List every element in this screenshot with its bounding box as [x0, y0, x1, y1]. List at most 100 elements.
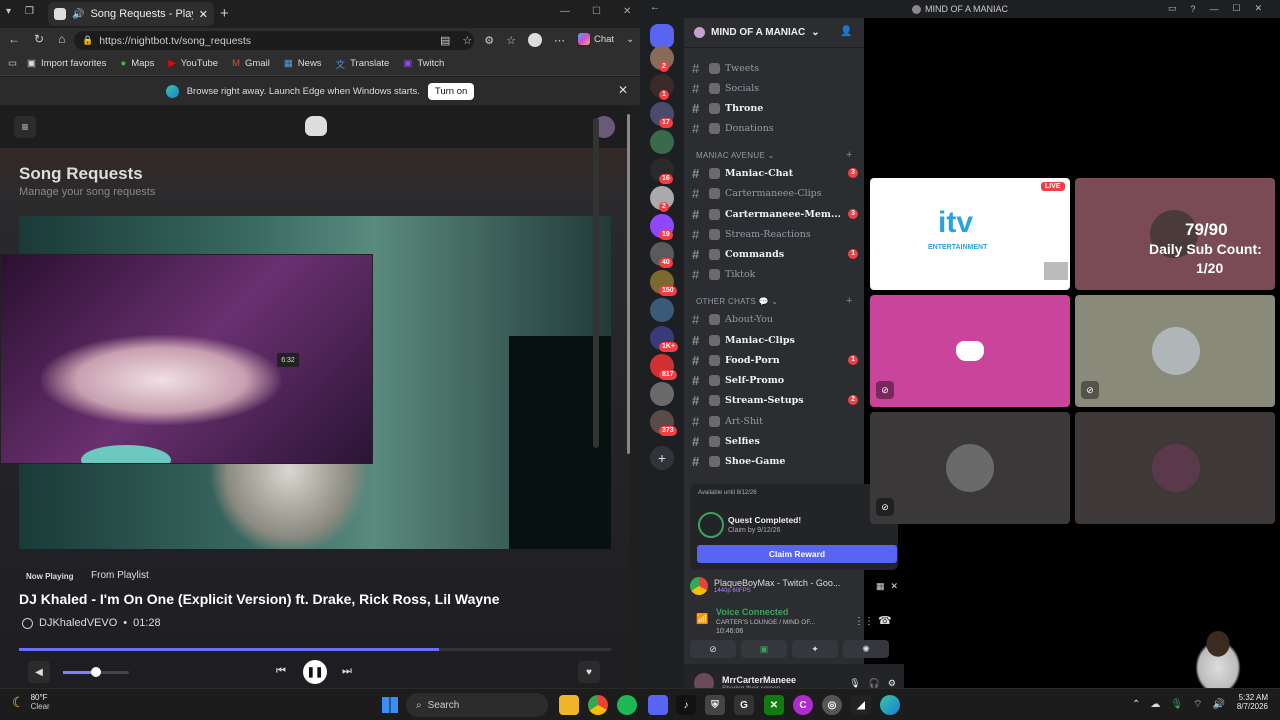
camera-off-icon[interactable]: ⊘ [690, 640, 736, 658]
channel-tiktok[interactable]: # Tiktok [692, 264, 858, 284]
channel-commands[interactable]: # Commands 1 [692, 244, 858, 264]
close-window-icon[interactable]: ✕ [623, 6, 631, 17]
channel-maniac-clips[interactable]: # Maniac-Clips [692, 330, 858, 350]
settings-gear-icon[interactable]: ⚙ [888, 678, 896, 689]
user-tile-4[interactable] [1075, 412, 1275, 524]
channel-selfies[interactable]: # Selfies [692, 431, 858, 451]
channel-tweets[interactable]: # Tweets [692, 58, 858, 78]
headphones-icon[interactable]: 🎧 [869, 678, 880, 689]
more-icon[interactable]: ⋯ [554, 34, 565, 47]
g-app-icon[interactable]: G [734, 695, 754, 715]
discord-home-icon[interactable] [650, 24, 674, 48]
start-icon[interactable] [380, 695, 400, 715]
infobar-close-icon[interactable]: ✕ [618, 83, 628, 97]
collections-icon[interactable]: ☆ [506, 34, 516, 47]
channel-cartermaneee-mem-[interactable]: # Cartermaneee-Mem... 3 [692, 204, 858, 224]
security-shield-icon[interactable]: ⛨ [705, 695, 725, 715]
clock[interactable]: 5:32 AM 8/7/2026 [1230, 693, 1268, 711]
fav-translate[interactable]: 文 Translate [336, 57, 390, 71]
home-icon[interactable]: ⌂ [58, 32, 65, 46]
fav-maps[interactable]: ● Maps [120, 58, 154, 69]
copilot-chat-button[interactable]: Chat ⌄ [578, 33, 634, 45]
server-header[interactable]: MIND OF A MANIAC ⌄ 👤 [684, 18, 864, 48]
soundboard-button-icon[interactable]: ✺ [843, 640, 889, 658]
song-progress-bar[interactable] [19, 648, 611, 651]
channel-food-porn[interactable]: # Food-Porn 1 [692, 350, 858, 370]
page-scrollbar[interactable] [627, 114, 630, 454]
close-tab-icon[interactable]: ✕ [199, 8, 208, 21]
taskbar-search[interactable]: ⌕ Search [406, 693, 548, 717]
maximize-icon[interactable]: ☐ [1233, 3, 1241, 14]
create-channel-icon[interactable]: + [846, 295, 852, 307]
favorite-heart-icon[interactable]: ♥ [578, 661, 600, 683]
server-icon[interactable] [650, 382, 674, 406]
tab-actions-icon[interactable]: ▾ [6, 6, 11, 17]
channel-shoe-game[interactable]: # Shoe-Game [692, 451, 858, 471]
maximize-icon[interactable]: ☐ [592, 6, 601, 17]
category-other-chats[interactable]: OTHER CHATS 💬 ⌄ [696, 297, 778, 306]
claim-reward-button[interactable]: Claim Reward [697, 545, 897, 563]
inbox-icon[interactable]: ▭ [1168, 3, 1177, 14]
tray-chevron-icon[interactable]: ⌃ [1132, 699, 1140, 710]
activities-icon[interactable]: ✦ [792, 640, 838, 658]
activity-row[interactable]: PlaqueBoyMax - Twitch - Goo... 1440p 60F… [690, 574, 898, 598]
server-icon[interactable] [650, 130, 674, 154]
fav-twitch[interactable]: ▣ Twitch [403, 58, 444, 69]
minimize-icon[interactable]: — [1210, 4, 1219, 14]
category-maniac-avenue[interactable]: MANIAC AVENUE ⌄ [696, 151, 775, 160]
channel-art-shit[interactable]: # Art-Shit [692, 411, 858, 431]
minimize-icon[interactable]: — [560, 6, 570, 17]
onedrive-icon[interactable]: ☁ [1150, 699, 1160, 710]
gift-icon[interactable]: ▦ [876, 581, 885, 592]
discord-taskbar-icon[interactable] [648, 695, 668, 715]
c-app-icon[interactable]: C [793, 695, 813, 715]
extensions-icon[interactable]: ⚙ [484, 34, 494, 47]
menu-icon[interactable]: ≡ [14, 116, 36, 138]
add-server-icon[interactable]: + [650, 446, 674, 470]
add-member-icon[interactable]: 👤 [840, 26, 852, 37]
volume-knob[interactable] [91, 667, 101, 677]
channel-stream-setups[interactable]: # Stream-Setups 2 [692, 390, 858, 410]
back-icon[interactable]: ← [650, 2, 660, 13]
address-bar[interactable]: 🔒 https://nightbot.tv/song_requests [74, 31, 474, 50]
channel-self-promo[interactable]: # Self-Promo [692, 370, 858, 390]
workspaces-icon[interactable]: ❐ [25, 6, 34, 17]
close-icon[interactable]: ✕ [1255, 3, 1263, 14]
channel-cartermaneee-clips[interactable]: # Cartermaneee-Clips [692, 183, 858, 203]
soundboard-icon[interactable]: ⋮⋮ [854, 616, 874, 627]
volume-icon[interactable]: ◀ [28, 661, 50, 683]
volume-slider[interactable] [63, 667, 129, 677]
stream-tile-itv[interactable]: LIVE itv ENTERTAINMENT [870, 178, 1070, 290]
weather-widget[interactable]: ☾ 80°F Clear [12, 693, 50, 711]
gpu-app-icon[interactable]: ◢ [851, 695, 871, 715]
channel-throne[interactable]: # Throne [692, 98, 858, 118]
tab-song-requests[interactable]: 🔊 Song Requests - Playing DJ K ✕ [48, 2, 214, 26]
channel-about-you[interactable]: # About-You [692, 309, 858, 329]
server-icon[interactable] [650, 298, 674, 322]
fav-news[interactable]: ▦ News [284, 58, 322, 69]
fav-import[interactable]: ▣ Import favorites [27, 58, 106, 69]
user-tile-2[interactable]: ⊘ [1075, 295, 1275, 407]
turn-on-button[interactable]: Turn on [427, 82, 475, 100]
profile-avatar[interactable] [528, 33, 543, 47]
user-tile-discord-default[interactable]: ⊘ [870, 295, 1070, 407]
wifi-icon[interactable]: ⌔ [1193, 698, 1202, 711]
chrome-icon[interactable] [588, 695, 608, 715]
mic-tray-icon[interactable]: 🎙 [1170, 699, 1183, 710]
channel-stream-reactions[interactable]: # Stream-Reactions [692, 224, 858, 244]
create-channel-icon[interactable]: + [846, 149, 852, 161]
pause-button[interactable]: ❚❚ [303, 660, 327, 684]
help-icon[interactable]: ? [1191, 4, 1196, 14]
channel-maniac-chat[interactable]: # Maniac-Chat 3 [692, 163, 858, 183]
screen-share-icon[interactable]: ▣ [741, 640, 787, 658]
user-tile-3[interactable]: ⊘ [870, 412, 1070, 524]
tiktok-icon[interactable]: ♪ [676, 695, 696, 715]
file-explorer-icon[interactable] [559, 695, 579, 715]
edge-taskbar-icon[interactable] [880, 695, 900, 715]
next-track-icon[interactable]: ⏭ [342, 665, 352, 678]
previous-track-icon[interactable]: ⏮ [276, 665, 286, 678]
reader-icon[interactable]: ▤ [440, 34, 450, 47]
back-icon[interactable]: ← [8, 32, 20, 46]
new-tab-icon[interactable]: + [220, 5, 229, 22]
speaker-icon[interactable]: 🔊 [72, 9, 84, 20]
